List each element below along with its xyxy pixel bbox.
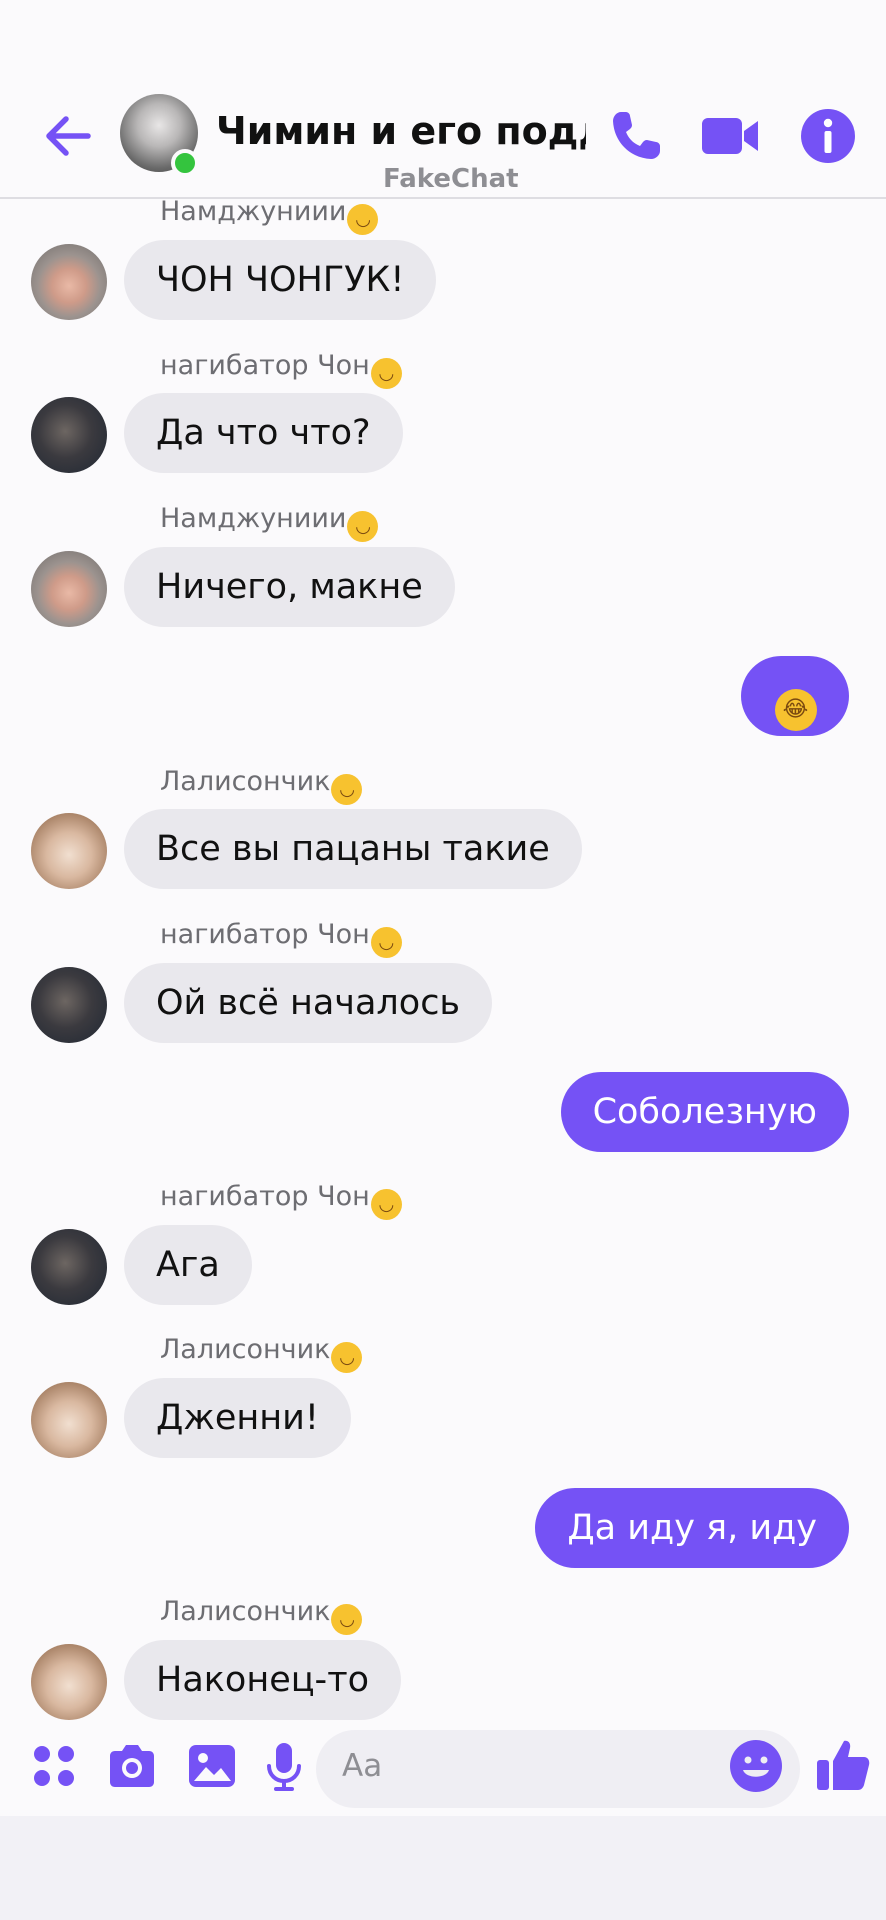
kissing-emoji-icon: ◡ [331,774,363,805]
system-navigation-bar [0,1816,886,1920]
chat-subtitle: FakeChat [383,164,519,194]
message-sender: нагибатор Чон ◡ [160,1181,402,1220]
message-sender: Намджуниии ◡ [160,196,379,235]
smiley-icon[interactable] [728,1738,784,1794]
incoming-message[interactable]: ЧОН ЧОНГУК! [124,240,437,320]
winking-emoji-icon: ◡ [370,927,402,958]
incoming-message[interactable]: Дженни! [124,1378,351,1458]
phone-icon[interactable] [604,104,668,168]
apps-grid-icon[interactable] [26,1738,82,1794]
incoming-message[interactable]: Ага [124,1225,252,1305]
incoming-message[interactable]: Наконец-то [124,1640,401,1720]
avatar[interactable] [31,813,107,889]
microphone-icon[interactable] [256,1738,312,1794]
online-status-indicator [171,149,199,177]
message-sender: Намджуниии ◡ [160,503,379,542]
message-composer: Aa [0,1724,886,1816]
outgoing-message[interactable]: 😂 [741,656,849,736]
thumbs-up-icon[interactable] [814,1736,872,1794]
chat-title[interactable]: Чимин и его подд... [216,109,586,153]
winking-emoji-icon: ◡ [370,358,402,389]
chat-header: Чимин и его подд... FakeChat [0,0,886,199]
incoming-message[interactable]: Да что что? [124,393,403,473]
back-arrow-icon[interactable] [38,106,98,166]
avatar[interactable] [31,244,107,320]
avatar[interactable] [31,1382,107,1458]
message-input-placeholder: Aa [342,1748,383,1784]
avatar[interactable] [31,1644,107,1720]
winking-emoji-icon: ◡ [370,1189,402,1220]
kissing-emoji-icon: ◡ [331,1342,363,1373]
message-sender: Лалисончик ◡ [160,1596,363,1635]
avatar[interactable] [31,1229,107,1305]
avatar[interactable] [31,967,107,1043]
kissing-emoji-icon: ◡ [331,1604,363,1635]
message-sender: нагибатор Чон ◡ [160,919,402,958]
info-icon[interactable] [796,104,860,168]
camera-icon[interactable] [104,1738,160,1794]
video-camera-icon[interactable] [698,104,762,168]
incoming-message[interactable]: Ой всё началось [124,963,493,1043]
avatar[interactable] [31,551,107,627]
message-sender: Лалисончик ◡ [160,766,363,805]
slightly-smiling-emoji-icon: ◡ [347,204,379,235]
message-sender: нагибатор Чон ◡ [160,350,402,389]
outgoing-message[interactable]: Да иду я, иду [535,1488,849,1568]
slightly-smiling-emoji-icon: ◡ [347,511,379,542]
message-sender: Лалисончик ◡ [160,1334,363,1373]
laughing-tears-emoji-icon: 😂 [774,689,817,731]
avatar[interactable] [31,397,107,473]
image-icon[interactable] [184,1738,240,1794]
outgoing-message[interactable]: Соболезную [560,1072,849,1152]
incoming-message[interactable]: Все вы пацаны такие [124,809,582,889]
incoming-message[interactable]: Ничего, макне [124,547,455,627]
